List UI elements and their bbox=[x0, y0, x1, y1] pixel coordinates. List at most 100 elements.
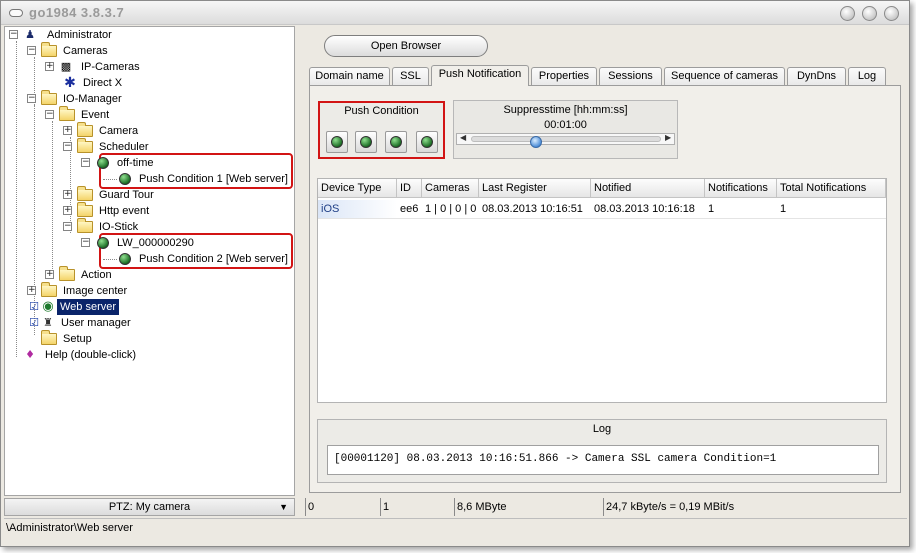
expand-icon[interactable]: + bbox=[45, 62, 54, 71]
collapse-icon[interactable]: − bbox=[63, 142, 72, 151]
log-group: Log [00001120] 08.03.2013 10:16:51.866 -… bbox=[317, 419, 887, 483]
collapse-icon[interactable]: − bbox=[45, 110, 54, 119]
column-header-notifications[interactable]: Notifications bbox=[705, 179, 777, 198]
tree-label: Push Condition 1 [Web server] bbox=[139, 173, 288, 185]
network-camera-icon: ▩ bbox=[60, 60, 72, 73]
column-header-device-type[interactable]: Device Type bbox=[318, 179, 397, 198]
expand-icon[interactable]: + bbox=[63, 126, 72, 135]
push-add-icon bbox=[331, 136, 343, 148]
column-header-total-notifications[interactable]: Total Notifications bbox=[777, 179, 886, 198]
collapse-icon[interactable]: − bbox=[81, 238, 90, 247]
dropdown-arrow-icon[interactable]: ▼ bbox=[279, 499, 288, 515]
tree-label: Push Condition 2 [Web server] bbox=[139, 253, 288, 265]
maximize-button[interactable] bbox=[862, 6, 877, 21]
status-path: \Administrator\Web server bbox=[4, 518, 907, 536]
log-output[interactable]: [00001120] 08.03.2013 10:16:51.866 -> Ca… bbox=[327, 445, 879, 475]
close-button[interactable] bbox=[884, 6, 899, 21]
push-test-icon bbox=[421, 136, 433, 148]
status-cell: 8,6 MByte bbox=[454, 498, 602, 516]
ptz-label: PTZ: My camera bbox=[108, 501, 191, 513]
status-cell: 1 bbox=[380, 498, 453, 516]
slider-left-arrow-icon[interactable]: ◀ bbox=[460, 133, 466, 142]
suppress-time-title: Suppresstime [hh:mm:ss] bbox=[503, 104, 628, 116]
folder-icon bbox=[77, 202, 93, 217]
device-table[interactable]: Device Type ID Cameras Last Register Not… bbox=[317, 178, 887, 403]
checkbox-checked-icon[interactable]: ☑ bbox=[27, 300, 41, 314]
collapse-icon[interactable]: − bbox=[9, 30, 18, 39]
minimize-button[interactable] bbox=[840, 6, 855, 21]
app-icon bbox=[9, 9, 23, 17]
status-cell: 0 bbox=[305, 498, 379, 516]
folder-icon bbox=[59, 266, 75, 281]
users-icon: ♜ bbox=[43, 316, 53, 329]
folder-icon bbox=[77, 122, 93, 137]
collapse-icon[interactable]: − bbox=[27, 94, 36, 103]
tree-label: Action bbox=[81, 269, 112, 281]
table-cell[interactable]: 1 | 0 | 0 | 0 bbox=[422, 200, 479, 219]
expand-icon[interactable]: + bbox=[27, 286, 36, 295]
tab-ssl[interactable]: SSL bbox=[392, 67, 429, 85]
tab-properties[interactable]: Properties bbox=[531, 67, 597, 85]
table-cell[interactable]: 1 bbox=[705, 200, 777, 219]
setup-folder-icon bbox=[41, 330, 57, 345]
push-condition-title: Push Condition bbox=[344, 105, 419, 117]
tree-label: Http event bbox=[99, 205, 150, 217]
column-header-cameras[interactable]: Cameras bbox=[422, 179, 479, 198]
table-cell[interactable]: 1 bbox=[777, 200, 886, 219]
tree-label: Direct X bbox=[83, 77, 123, 89]
slider-track[interactable] bbox=[471, 136, 661, 148]
push-edit-icon bbox=[360, 136, 372, 148]
directx-icon: ✱ bbox=[64, 75, 76, 91]
expand-icon[interactable]: + bbox=[63, 206, 72, 215]
collapse-icon[interactable]: − bbox=[81, 158, 90, 167]
table-cell[interactable]: 08.03.2013 10:16:51 bbox=[479, 200, 591, 219]
tree-line bbox=[52, 121, 53, 275]
push-remove-icon bbox=[390, 136, 402, 148]
navigation-tree[interactable]: − ♟ Administrator − Cameras + ▩ IP-Camer… bbox=[4, 26, 295, 496]
suppress-time-value: 00:01:00 bbox=[544, 119, 587, 131]
tree-label: LW_000000290 bbox=[117, 237, 194, 249]
title-bar[interactable]: go1984 3.8.3.7 bbox=[1, 1, 909, 25]
table-cell[interactable]: ee6 bbox=[397, 200, 422, 219]
tree-label: User manager bbox=[61, 317, 131, 329]
column-header-last-register[interactable]: Last Register bbox=[479, 179, 591, 198]
collapse-icon[interactable]: − bbox=[63, 222, 72, 231]
edit-push-condition-button[interactable] bbox=[355, 131, 377, 153]
add-push-condition-button[interactable] bbox=[326, 131, 348, 153]
expand-icon[interactable]: + bbox=[63, 190, 72, 199]
folder-open-icon bbox=[77, 138, 93, 153]
expand-icon[interactable]: + bbox=[45, 270, 54, 279]
suppress-time-group: Suppresstime [hh:mm:ss] 00:01:00 ◀ ▶ bbox=[453, 100, 678, 159]
column-header-id[interactable]: ID bbox=[397, 179, 422, 198]
status-cell: 24,7 kByte/s = 0,19 MBit/s bbox=[603, 498, 903, 516]
table-cell[interactable]: iOS bbox=[318, 200, 397, 219]
column-header-notified[interactable]: Notified bbox=[591, 179, 705, 198]
remove-push-condition-button[interactable] bbox=[385, 131, 407, 153]
tab-push-notification[interactable]: Push Notification bbox=[431, 65, 529, 86]
open-browser-button[interactable]: Open Browser bbox=[324, 35, 488, 57]
tab-sessions[interactable]: Sessions bbox=[599, 67, 662, 85]
globe-icon: ◉ bbox=[42, 299, 54, 314]
collapse-icon[interactable]: − bbox=[27, 46, 36, 55]
tree-label: Administrator bbox=[47, 29, 112, 41]
slider-thumb[interactable] bbox=[530, 136, 542, 148]
tree-label: Web server bbox=[57, 299, 120, 315]
test-push-condition-button[interactable] bbox=[416, 131, 438, 153]
tree-label: Image center bbox=[63, 285, 128, 297]
folder-icon bbox=[77, 186, 93, 201]
tab-domain-name[interactable]: Domain name bbox=[309, 67, 390, 85]
tab-sequence-of-cameras[interactable]: Sequence of cameras bbox=[664, 67, 785, 85]
table-cell[interactable]: 08.03.2013 10:16:18 bbox=[591, 200, 705, 219]
suppress-time-slider[interactable]: ◀ ▶ bbox=[456, 133, 675, 148]
ptz-camera-select[interactable]: PTZ: My camera ▼ bbox=[4, 498, 295, 516]
user-icon: ♟ bbox=[25, 28, 35, 41]
folder-open-icon bbox=[77, 218, 93, 233]
checkbox-checked-icon[interactable]: ☑ bbox=[27, 316, 41, 330]
tree-label: Help (double-click) bbox=[45, 349, 137, 361]
tab-log[interactable]: Log bbox=[848, 67, 886, 85]
slider-right-arrow-icon[interactable]: ▶ bbox=[665, 133, 671, 142]
tree-line bbox=[16, 41, 17, 357]
tree-label: Setup bbox=[63, 333, 92, 345]
tab-dyndns[interactable]: DynDns bbox=[787, 67, 846, 85]
tree-label: off-time bbox=[117, 157, 154, 169]
